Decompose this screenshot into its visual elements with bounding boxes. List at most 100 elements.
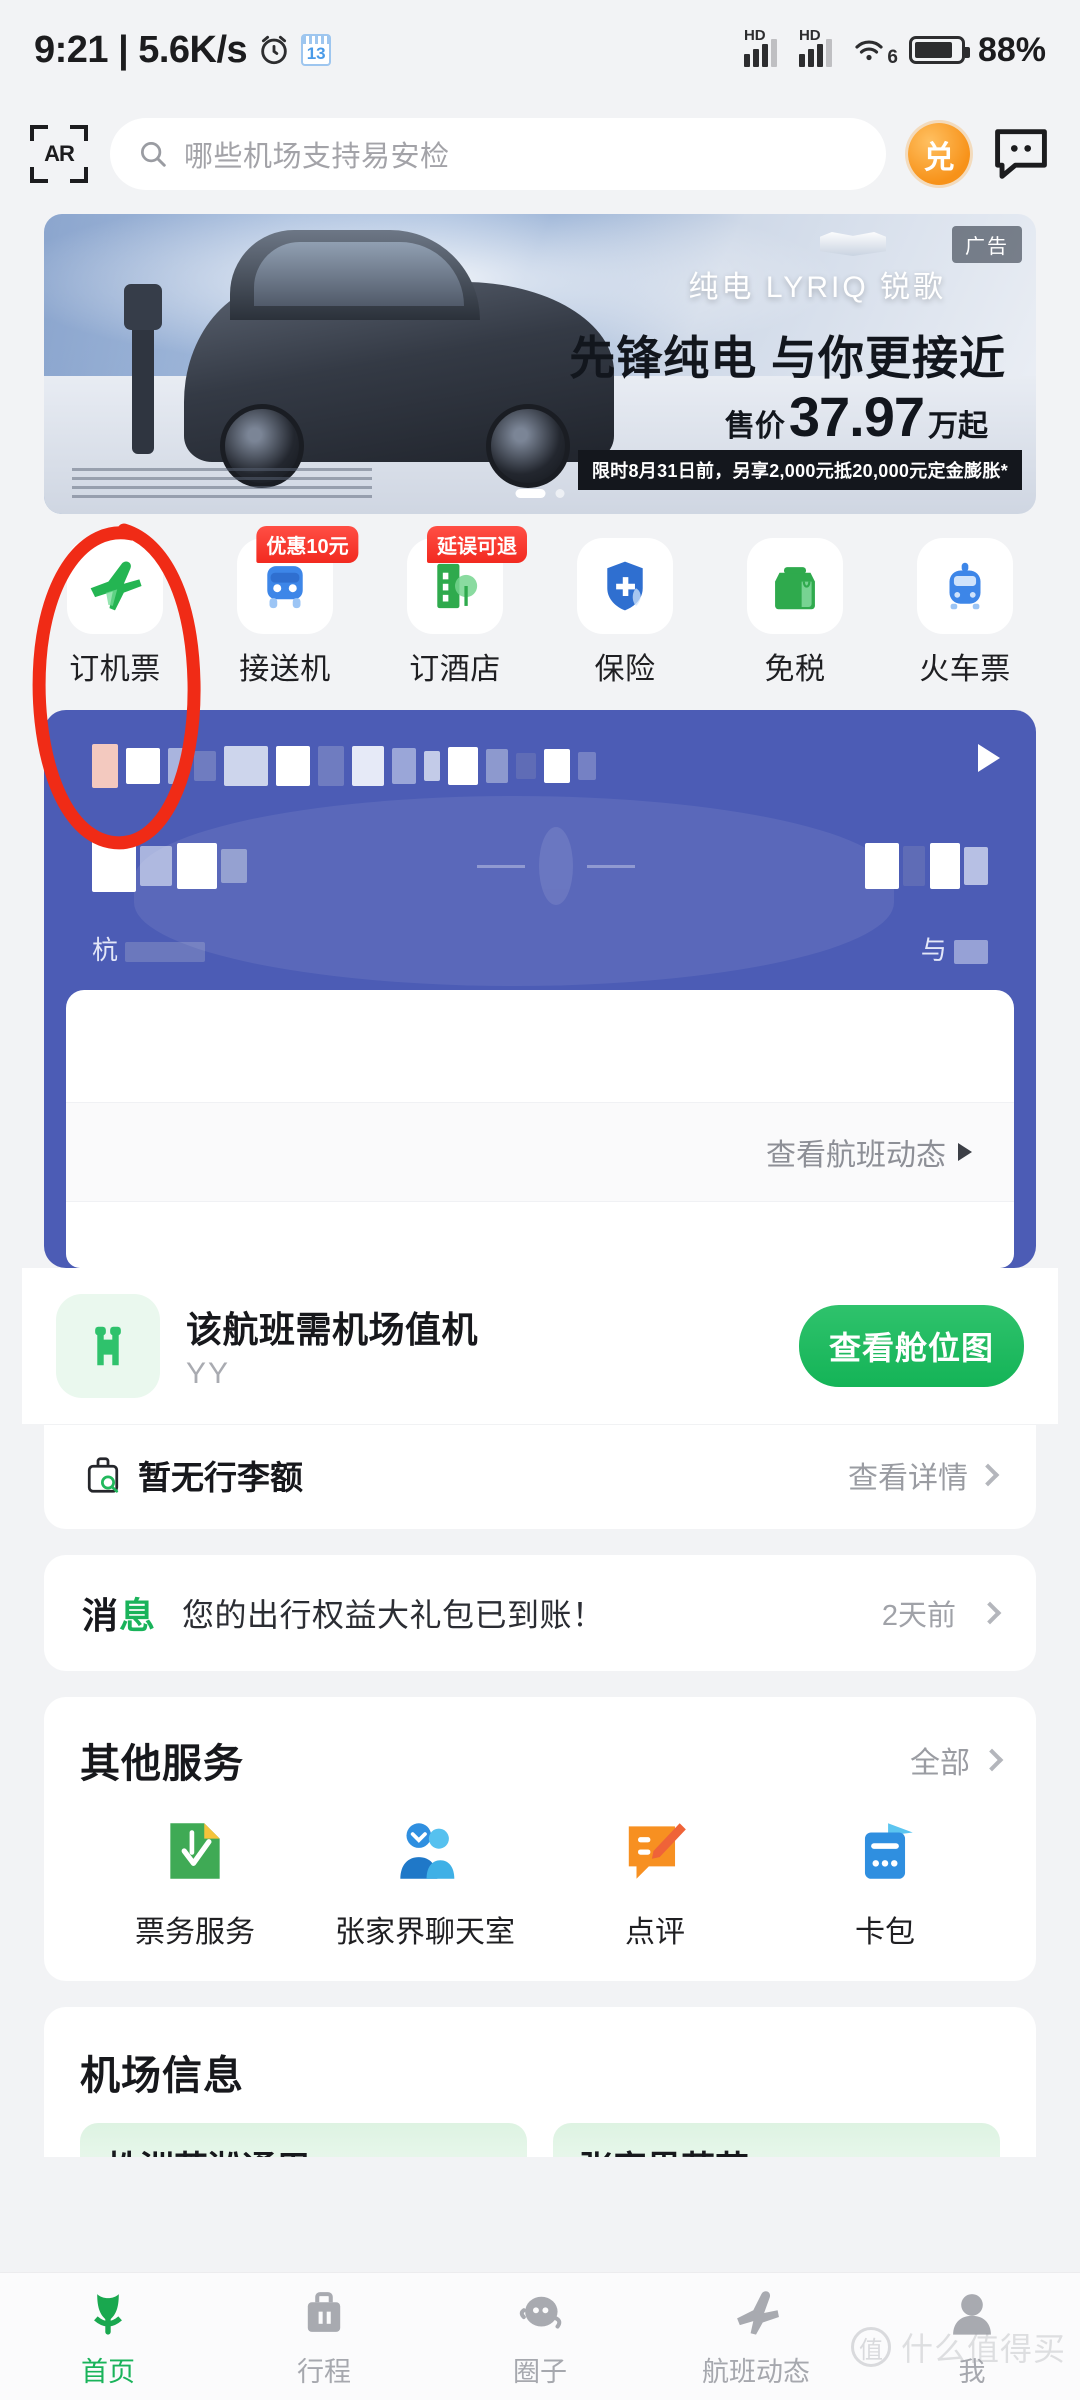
calendar-icon: 13 <box>301 34 332 66</box>
quick-service-duty-free[interactable]: 免税 <box>710 538 880 688</box>
signal-bars-sim2-icon: HD <box>798 27 841 67</box>
tab-community[interactable]: 圈子 <box>432 2284 648 2389</box>
quick-service-label: 火车票 <box>919 653 1011 686</box>
flight-dynamics-link[interactable]: 查看航班动态 <box>66 1102 1014 1202</box>
message-tag: 消息 <box>82 1587 156 1639</box>
airport-info-item[interactable]: 张家界荷花 › <box>553 2123 1000 2157</box>
flight-card-arrow-icon[interactable] <box>978 744 1000 772</box>
home-leaf-icon <box>79 2284 137 2342</box>
ad-price-prefix: 售价 <box>724 410 785 443</box>
community-icon <box>511 2284 569 2342</box>
service-review[interactable]: 点评 <box>540 1809 770 1951</box>
tab-label: 行程 <box>297 2357 351 2387</box>
tab-flight-status[interactable]: 航班动态 <box>648 2284 864 2389</box>
wifi-generation-label: 6 <box>887 47 898 68</box>
message-tag-first: 消 <box>82 1595 120 1636</box>
battery-icon <box>908 36 970 64</box>
chevron-right-icon <box>976 1463 1000 1487</box>
quick-service-label: 订酒店 <box>409 653 501 686</box>
hd-label-sim1: HD <box>743 27 766 44</box>
flight-detail-blank-bottom <box>66 1202 1014 1268</box>
airport-info-card: 机场信息 株洲芦淞通用 › 张家界荷花 › <box>44 2007 1036 2157</box>
ar-scan-button[interactable]: AR <box>30 125 88 183</box>
tab-profile[interactable]: 我 <box>864 2284 1080 2389</box>
status-separator: | <box>118 28 129 71</box>
message-bar[interactable]: 消息 您的出行权益大礼包已到账！ 2天前 <box>44 1555 1036 1671</box>
ad-headline: 先锋纯电 与你更接近 <box>569 332 1006 384</box>
app-header: AR 哪些机场支持易安检 兑 <box>0 100 1080 208</box>
search-input[interactable]: 哪些机场支持易安检 <box>110 118 886 190</box>
points-exchange-button[interactable]: 兑 <box>908 123 970 185</box>
advertisement-banner[interactable]: 广告 纯电 LYRIQ 锐歌 先锋纯电 与你更接近 售价 37.97 万起 即刻… <box>44 214 1036 514</box>
quick-service-badge: 优惠10元 <box>256 526 359 563</box>
suitcase-icon <box>295 2284 353 2342</box>
message-time: 2天前 <box>881 1600 956 1632</box>
car-graphic <box>184 230 614 488</box>
alarm-clock-icon <box>261 35 287 65</box>
quick-service-shuttle[interactable]: 优惠10元 接送机 <box>200 526 370 688</box>
quick-service-badge: 延误可退 <box>427 526 527 563</box>
flight-detail-panel: 查看航班动态 <box>66 990 1014 1268</box>
service-ticketing[interactable]: 票务服务 <box>80 1809 310 1951</box>
service-label: 卡包 <box>855 1916 915 1949</box>
service-label: 点评 <box>625 1916 685 1949</box>
service-label: 票务服务 <box>135 1916 255 1949</box>
message-icon[interactable] <box>992 126 1050 182</box>
chevron-right-icon <box>980 1748 1004 1772</box>
other-services-header: 其他服务 全部 <box>80 1731 1004 1789</box>
other-services-more-link[interactable]: 全部 <box>910 1738 1004 1782</box>
airport-info-grid: 株洲芦淞通用 › 张家界荷花 › <box>80 2123 1000 2157</box>
quick-service-label: 订机票 <box>69 653 161 686</box>
chevron-right-icon <box>978 1601 1002 1625</box>
ad-price-unit: 万起 <box>928 410 988 443</box>
tab-trips[interactable]: 行程 <box>216 2284 432 2389</box>
luggage-icon <box>87 1457 119 1493</box>
checkin-title: 该航班需机场值机 <box>186 1309 479 1350</box>
checkin-texts: 该航班需机场值机 YY <box>186 1301 773 1391</box>
flight-detail-blank-top <box>66 990 1014 1102</box>
wifi-icon: 6 <box>854 33 898 68</box>
ad-price: 售价 37.97 万起 <box>725 384 988 449</box>
status-bar-left: 9:21 | 5.6K/s 13 <box>34 28 332 72</box>
seat-icon <box>56 1294 160 1398</box>
signal-bars-sim1-icon: HD <box>743 27 786 67</box>
service-card-wallet[interactable]: 卡包 <box>770 1809 1000 1951</box>
quick-service-train-ticket[interactable]: 火车票 <box>880 538 1050 688</box>
other-services-card: 其他服务 全部 票务服务 张家界聊天室 点评 卡包 <box>44 1697 1036 1981</box>
baggage-detail-link[interactable]: 查看详情 <box>848 1453 1000 1497</box>
message-text: 您的出行权益大礼包已到账！ <box>182 1597 605 1633</box>
other-services-title: 其他服务 <box>80 1742 244 1786</box>
message-tag-second: 息 <box>119 1595 157 1636</box>
quick-service-booking-flight[interactable]: 订机票 <box>30 538 200 688</box>
other-services-grid: 票务服务 张家界聊天室 点评 卡包 <box>80 1809 1000 1951</box>
search-placeholder: 哪些机场支持易安检 <box>184 141 450 173</box>
baggage-left: 暂无行李额 <box>84 1451 848 1499</box>
flight-status-icon <box>727 2284 785 2342</box>
service-chatroom[interactable]: 张家界聊天室 <box>310 1809 540 1951</box>
bottom-navigation: 首页 行程 圈子 航班动态 我 <box>0 2272 1080 2400</box>
banner-page-indicator[interactable] <box>515 489 565 498</box>
baggage-title: 暂无行李额 <box>138 1459 303 1496</box>
route-arrow-graphic <box>247 827 864 905</box>
checkin-row[interactable]: 该航班需机场值机 YY 查看舱位图 <box>22 1268 1058 1424</box>
flight-dynamics-label: 查看航班动态 <box>766 1139 946 1172</box>
baggage-row[interactable]: 暂无行李额 查看详情 <box>44 1424 1036 1529</box>
arrival-sub-redacted: 与 <box>921 930 988 967</box>
view-seatmap-button[interactable]: 查看舱位图 <box>798 1305 1024 1387</box>
other-services-more-label: 全部 <box>910 1747 970 1780</box>
duty-free-bag-icon <box>747 538 843 634</box>
ad-fineprint-graphic <box>72 468 372 502</box>
review-pen-icon <box>613 1809 697 1893</box>
flight-card[interactable]: 杭 与 查看航班动态 <box>44 710 1036 1268</box>
quick-services-row: 订机票 优惠10元 接送机 延误可退 订酒店 保险 免税 火车票 <box>30 526 1050 688</box>
status-bar: 9:21 | 5.6K/s 13 HD HD 6 88% <box>0 0 1080 100</box>
quick-service-insurance[interactable]: 保险 <box>540 538 710 688</box>
status-bar-right: HD HD 6 88% <box>743 27 1046 70</box>
airport-name: 张家界荷花 › <box>579 2150 770 2157</box>
airport-info-item[interactable]: 株洲芦淞通用 › <box>80 2123 527 2157</box>
quick-service-hotel[interactable]: 延误可退 订酒店 <box>370 526 540 688</box>
checkin-subtitle: YY <box>186 1357 231 1390</box>
status-time: 9:21 <box>34 28 109 71</box>
app-screen: 9:21 | 5.6K/s 13 HD HD 6 88% AR 哪些机场支持易安… <box>0 0 1080 2400</box>
tab-home[interactable]: 首页 <box>0 2284 216 2389</box>
